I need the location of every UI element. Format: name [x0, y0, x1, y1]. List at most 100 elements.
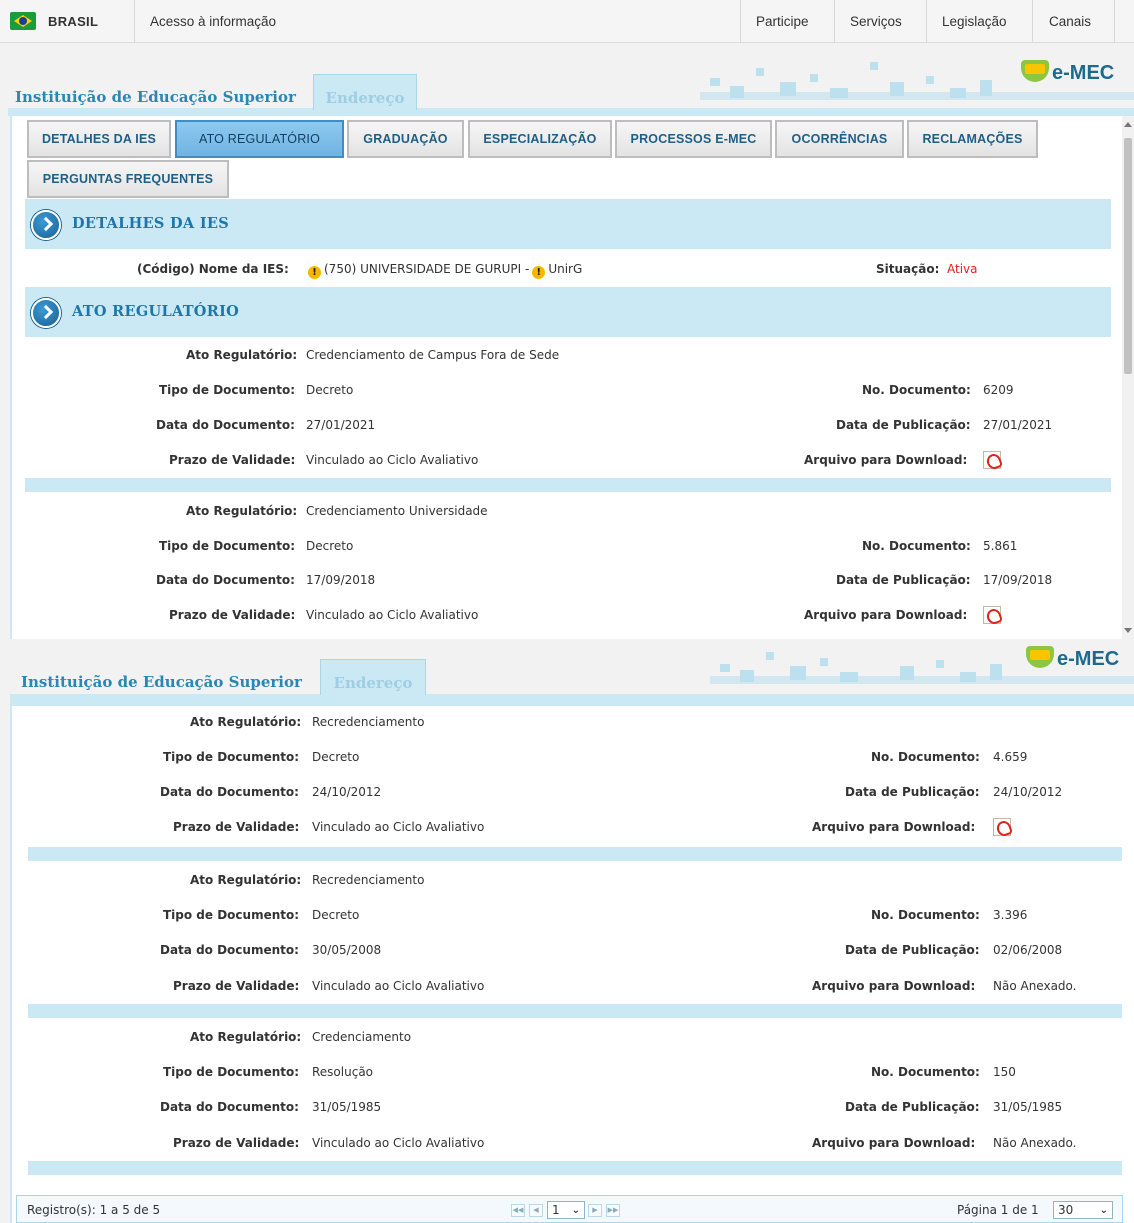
- data-pub-value: 24/10/2012: [993, 785, 1063, 799]
- tipo-value: Decreto: [312, 908, 360, 922]
- divider: [740, 0, 741, 43]
- acesso-informacao-link[interactable]: Acesso à informação: [150, 14, 276, 29]
- divider: [134, 0, 135, 43]
- pdf-icon[interactable]: [983, 606, 1001, 624]
- tipo-value: Decreto: [306, 383, 354, 397]
- ato-label: Ato Regulatório:: [190, 1030, 302, 1044]
- scroll-down-icon[interactable]: [1124, 628, 1132, 633]
- page-select[interactable]: 1 ⌄: [547, 1201, 585, 1219]
- divider: [1114, 0, 1115, 43]
- arquivo-value: Não Anexado.: [993, 1136, 1077, 1150]
- tab-instituicao[interactable]: Instituição de Educação Superior: [21, 673, 302, 691]
- gov-top-bar: BRASIL Acesso à informação Participe Ser…: [0, 0, 1134, 43]
- nav-graduacao[interactable]: GRADUAÇÃO: [347, 120, 464, 158]
- no-doc-label: No. Documento:: [862, 539, 971, 553]
- data-pub-value: 17/09/2018: [983, 573, 1053, 587]
- arquivo-value: Não Anexado.: [993, 979, 1077, 993]
- chevron-circle-icon[interactable]: [31, 298, 61, 328]
- no-doc-label: No. Documento:: [862, 383, 971, 397]
- section-title: DETALHES DA IES: [72, 215, 230, 232]
- frame-scrollbar[interactable]: [1122, 116, 1134, 639]
- situacao-label: Situação:: [876, 262, 940, 276]
- prazo-value: Vinculado ao Ciclo Avaliativo: [312, 820, 485, 834]
- prazo-value: Vinculado ao Ciclo Avaliativo: [312, 1136, 485, 1150]
- data-pub-value: 31/05/1985: [993, 1100, 1063, 1114]
- data-pub-value: 27/01/2021: [983, 418, 1053, 432]
- ies-sigla: UnirG: [548, 262, 583, 276]
- pagination-bar: Registro(s): 1 a 5 de 5 ◀◀ ◀ 1 ⌄ ▶ ▶▶ Pág…: [16, 1195, 1123, 1223]
- arquivo-label: Arquivo para Download:: [804, 453, 968, 467]
- tipo-value: Decreto: [306, 539, 354, 553]
- ato-value: Credenciamento: [312, 1030, 412, 1044]
- brasil-link[interactable]: BRASIL: [48, 14, 98, 29]
- ato-list-frame: Ato Regulatório: Recredenciamento Tipo d…: [10, 706, 1134, 1223]
- data-pub-label: Data de Publicação:: [836, 418, 971, 432]
- tab-underline: [10, 694, 1134, 706]
- ies-detail-frame: DETALHES DA IES ATO REGULATÓRIO GRADUAÇÃ…: [10, 116, 1122, 639]
- page-size-select[interactable]: 30 ⌄: [1053, 1201, 1113, 1219]
- ato-value: Credenciamento Universidade: [306, 504, 488, 518]
- prev-page-icon[interactable]: ◀: [529, 1204, 543, 1217]
- data-doc-label: Data do Documento:: [160, 1100, 299, 1114]
- divider: [926, 0, 927, 43]
- ato-value: Credenciamento de Campus Fora de Sede: [306, 348, 560, 362]
- prazo-label: Prazo de Validade:: [173, 820, 300, 834]
- chevron-circle-icon[interactable]: [31, 210, 61, 240]
- tipo-value: Decreto: [312, 750, 360, 764]
- tab-endereco[interactable]: Endereço: [313, 74, 417, 110]
- pagina-info: Página 1 de 1: [957, 1203, 1039, 1217]
- data-doc-value: 30/05/2008: [312, 943, 382, 957]
- tab-instituicao[interactable]: Instituição de Educação Superior: [15, 88, 296, 106]
- first-page-icon[interactable]: ◀◀: [511, 1204, 525, 1217]
- tab-endereco[interactable]: Endereço: [320, 659, 426, 695]
- ies-name-text: (750) UNIVERSIDADE DE GURUPI -: [324, 262, 530, 276]
- arquivo-label: Arquivo para Download:: [812, 979, 976, 993]
- registros-count: Registro(s): 1 a 5 de 5: [27, 1203, 161, 1217]
- data-doc-value: 17/09/2018: [306, 573, 376, 587]
- menu-participe[interactable]: Participe: [756, 14, 809, 29]
- chevron-down-icon: ⌄: [1099, 1205, 1108, 1216]
- emec-logo[interactable]: e-MEC: [1021, 60, 1114, 85]
- tipo-label: Tipo de Documento:: [163, 750, 300, 764]
- menu-legislacao[interactable]: Legislação: [942, 14, 1007, 29]
- ato-value: Recredenciamento: [312, 873, 425, 887]
- last-page-icon[interactable]: ▶▶: [606, 1204, 620, 1217]
- nav-processos-emec[interactable]: PROCESSOS E-MEC: [615, 120, 772, 158]
- warning-icon[interactable]: !: [308, 266, 321, 279]
- brazil-flag-icon[interactable]: [10, 12, 36, 30]
- ies-name-label: (Código) Nome da IES:: [137, 262, 289, 276]
- record-divider: [28, 1161, 1122, 1175]
- no-doc-value: 150: [993, 1065, 1016, 1079]
- menu-canais[interactable]: Canais: [1049, 14, 1091, 29]
- nav-detalhes-ies[interactable]: DETALHES DA IES: [27, 120, 171, 158]
- nav-ocorrencias[interactable]: OCORRÊNCIAS: [775, 120, 904, 158]
- data-pub-label: Data de Publicação:: [845, 785, 980, 799]
- nav-reclamacoes[interactable]: RECLAMAÇÕES: [907, 120, 1038, 158]
- record-divider: [25, 478, 1111, 492]
- nav-perguntas-frequentes[interactable]: PERGUNTAS FREQUENTES: [27, 160, 229, 198]
- menu-servicos[interactable]: Serviços: [850, 14, 902, 29]
- arquivo-label: Arquivo para Download:: [804, 608, 968, 622]
- emec-envelope-icon: [1026, 646, 1054, 668]
- tipo-label: Tipo de Documento:: [163, 908, 300, 922]
- record-divider: [28, 1004, 1122, 1018]
- prazo-value: Vinculado ao Ciclo Avaliativo: [312, 979, 485, 993]
- next-page-icon[interactable]: ▶: [588, 1204, 602, 1217]
- warning-icon[interactable]: !: [532, 266, 546, 279]
- nav-ato-regulatorio[interactable]: ATO REGULATÓRIO: [175, 120, 344, 158]
- pdf-icon[interactable]: [993, 818, 1011, 836]
- emec-logo[interactable]: e-MEC: [1026, 646, 1119, 671]
- situacao-value: Ativa: [947, 262, 978, 276]
- no-doc-value: 4.659: [993, 750, 1028, 764]
- nav-especializacao[interactable]: ESPECIALIZAÇÃO: [468, 120, 612, 158]
- prazo-value: Vinculado ao Ciclo Avaliativo: [306, 453, 479, 467]
- scroll-up-icon[interactable]: [1124, 122, 1132, 127]
- section-detalhes-ies: DETALHES DA IES: [25, 199, 1111, 249]
- divider: [834, 0, 835, 43]
- no-doc-value: 6209: [983, 383, 1014, 397]
- pdf-icon[interactable]: [983, 451, 1001, 469]
- scroll-thumb[interactable]: [1124, 138, 1132, 374]
- ato-label: Ato Regulatório:: [186, 348, 298, 362]
- arquivo-label: Arquivo para Download:: [812, 1136, 976, 1150]
- data-doc-label: Data do Documento:: [160, 785, 299, 799]
